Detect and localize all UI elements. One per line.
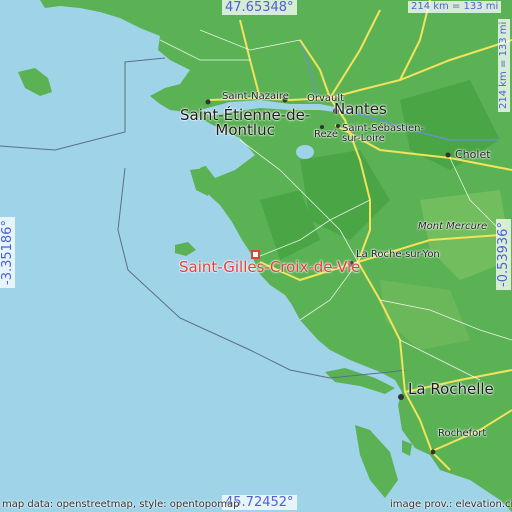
- city-label-saint-nazaire: Saint-Nazaire: [222, 91, 289, 102]
- left-longitude-label: -3.35186°: [0, 217, 15, 288]
- scale-vertical: 214 km = 133 mi: [498, 18, 510, 112]
- target-marker: [251, 250, 260, 259]
- map-view[interactable]: Saint-Nazaire Orvault Nantes Saint-Étien…: [0, 0, 512, 512]
- scale-horizontal: 214 km = 133 mi: [408, 1, 502, 13]
- credit-image-provider: image prov.: elevation.city: [390, 499, 512, 510]
- city-label-mont-mercure: Mont Mercure: [418, 221, 488, 232]
- city-label-reze: Rezé: [314, 129, 339, 140]
- city-label-saint-sebastien: Saint-Sébastien- sur-Loire: [342, 123, 425, 144]
- right-longitude-label: -0.53936°: [496, 219, 511, 290]
- city-label-la-roche: La Roche-sur-Yon: [356, 249, 440, 260]
- top-latitude-label: 47.65348°: [222, 0, 297, 15]
- lake: [296, 145, 314, 159]
- credit-map-data: map data: openstreetmap, style: opentopo…: [2, 499, 240, 510]
- city-label-cholet: Cholet: [455, 148, 491, 161]
- city-label-nantes: Nantes: [334, 100, 387, 118]
- target-city-label: Saint-Gilles-Croix-de-Vie: [179, 258, 361, 276]
- city-label-rochefort: Rochefort: [438, 428, 487, 439]
- city-label-la-rochelle: La Rochelle: [408, 380, 494, 398]
- city-label-saint-etienne: Saint-Étienne-de- Montluc: [180, 106, 311, 139]
